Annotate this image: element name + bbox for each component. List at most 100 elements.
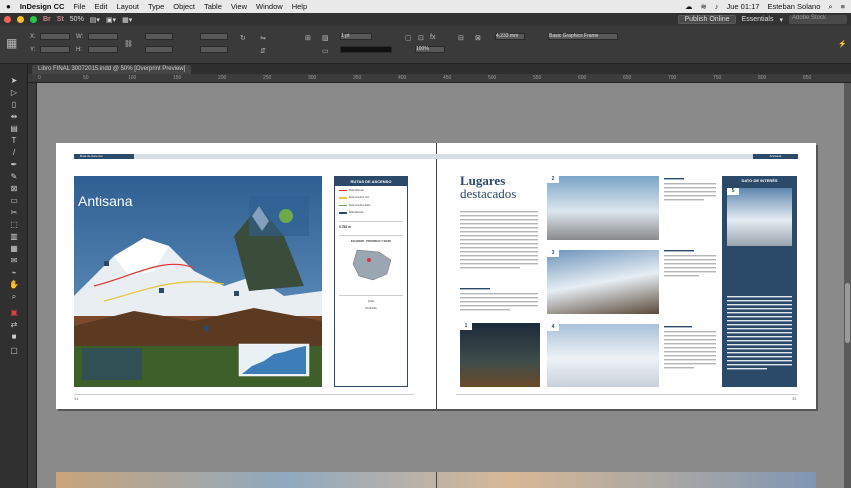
stroke-weight-field[interactable]: 1 pt	[340, 33, 372, 40]
note-tool-icon[interactable]: ✉	[8, 256, 20, 266]
zoom-level[interactable]: 50%	[70, 16, 84, 23]
y-field[interactable]	[40, 46, 70, 53]
next-page-spread[interactable]	[56, 472, 816, 488]
chevron-down-icon[interactable]: ▾	[779, 16, 783, 24]
page-spread[interactable]: Ruta de Ascenso Antisana RUTAS DE ASCENS…	[56, 143, 816, 409]
screen-mode-icon[interactable]: ▣▾	[106, 16, 116, 24]
menu-app-name[interactable]: InDesign CC	[20, 2, 65, 11]
menu-object[interactable]: Object	[173, 2, 195, 11]
list-icon[interactable]: ≡	[841, 2, 845, 11]
zoom-window-icon[interactable]	[30, 16, 37, 23]
arrange-documents-icon[interactable]: ▦▾	[122, 16, 132, 24]
menu-help[interactable]: Help	[292, 2, 307, 11]
menu-file[interactable]: File	[73, 2, 85, 11]
vertical-scrollbar[interactable]	[844, 83, 851, 488]
legend-route-sur: Ruta Cumbre Sur	[339, 196, 403, 199]
scrollbar-thumb[interactable]	[845, 283, 850, 343]
corner-size-field[interactable]: 4,233 mm	[495, 33, 525, 40]
constrain-link-icon[interactable]: ⛓	[124, 40, 133, 48]
reference-point-icon[interactable]: ▦	[6, 36, 17, 50]
menu-type[interactable]: Type	[148, 2, 164, 11]
zoom-tool-icon[interactable]: ⌕	[8, 292, 20, 302]
wrap-none-icon[interactable]: ▢	[405, 34, 412, 42]
stroke-type-select[interactable]	[340, 46, 392, 53]
swap-fill-stroke-icon[interactable]: ⇄	[8, 320, 20, 330]
h-field[interactable]	[88, 46, 118, 53]
fit-content-icon[interactable]: ⊟	[458, 34, 464, 42]
menu-view[interactable]: View	[231, 2, 247, 11]
system-menubar: ● InDesign CC File Edit Layout Type Obje…	[0, 0, 851, 13]
body-text-column-2	[460, 288, 538, 311]
photo-summit-view[interactable]: 4	[547, 324, 659, 387]
routes-legend-box[interactable]: RUTAS DE ASCENSO Ruta Normal Ruta Cumbre…	[334, 176, 408, 387]
menu-table[interactable]: Table	[204, 2, 222, 11]
close-window-icon[interactable]	[4, 16, 11, 23]
w-field[interactable]	[88, 33, 118, 40]
object-style-select[interactable]: Basic Graphics Frame	[548, 33, 618, 40]
horizontal-ruler[interactable]: 0 50 100 150 200 250 300 350 400 450 500…	[28, 74, 851, 83]
wrap-bounding-icon[interactable]: ⊡	[418, 34, 424, 42]
gradient-feather-tool-icon[interactable]: ▦	[8, 244, 20, 254]
page-tool-icon[interactable]: ▯	[8, 100, 20, 110]
effects-icon[interactable]: fx	[430, 34, 435, 41]
pen-tool-icon[interactable]: ✒	[8, 160, 20, 170]
apply-color-icon[interactable]: ■	[8, 332, 20, 342]
hand-tool-icon[interactable]: ✋	[8, 280, 20, 290]
scale-x-field[interactable]	[145, 33, 173, 40]
stock-search-input[interactable]: Adobe Stock	[789, 15, 847, 24]
gap-tool-icon[interactable]: ⇹	[8, 112, 20, 122]
selection-tool-icon[interactable]: ➤	[8, 76, 20, 86]
gradient-swatch-tool-icon[interactable]: ▥	[8, 232, 20, 242]
type-tool-icon[interactable]: T	[8, 136, 20, 146]
stroke-swatch-icon[interactable]: ▭	[322, 47, 329, 55]
publish-online-button[interactable]: Publish Online	[678, 15, 736, 24]
opacity-field[interactable]: 100%	[415, 46, 445, 53]
menu-window[interactable]: Window	[256, 2, 283, 11]
photo-climbers-ridge[interactable]: 3	[547, 250, 659, 314]
menubar-user[interactable]: Esteban Solano	[767, 2, 820, 11]
shear-field[interactable]	[200, 46, 228, 53]
volume-icon[interactable]: ♪	[715, 2, 719, 11]
wifi-icon[interactable]: ≋	[700, 2, 706, 11]
interest-sidebar[interactable]: DATO DE INTERÉS 5	[722, 176, 797, 387]
menu-layout[interactable]: Layout	[116, 2, 139, 11]
pencil-tool-icon[interactable]: ✎	[8, 172, 20, 182]
rotate-icon[interactable]: ↻	[240, 34, 246, 42]
cloud-icon[interactable]: ☁	[685, 2, 693, 11]
eyedropper-tool-icon[interactable]: ⌁	[8, 268, 20, 278]
stock-icon[interactable]: St	[57, 16, 64, 23]
scissors-tool-icon[interactable]: ✂	[8, 208, 20, 218]
flip-vertical-icon[interactable]: ⇵	[260, 47, 266, 55]
flip-horizontal-icon[interactable]: ⇋	[260, 34, 266, 42]
left-header-tag: Ruta de Ascenso	[74, 154, 134, 159]
bridge-icon[interactable]: Br	[43, 16, 51, 23]
content-collector-icon[interactable]: ▤	[8, 124, 20, 134]
scale-y-field[interactable]	[145, 46, 173, 53]
photo-camp-night[interactable]: 1	[460, 323, 540, 387]
view-mode-icon[interactable]: ▢	[8, 346, 20, 356]
apple-menu-icon[interactable]: ●	[6, 2, 11, 11]
spotlight-icon[interactable]: ⌕	[828, 2, 832, 12]
rectangle-frame-tool-icon[interactable]: ⊠	[8, 184, 20, 194]
fill-swatch-icon[interactable]: ▨	[322, 34, 329, 42]
rotate-field[interactable]	[200, 33, 228, 40]
minimize-window-icon[interactable]	[17, 16, 24, 23]
x-field[interactable]	[40, 33, 70, 40]
auto-fit-icon[interactable]: ⊠	[475, 34, 481, 42]
photo-number-badge: 1	[460, 323, 472, 330]
free-transform-tool-icon[interactable]: ⬚	[8, 220, 20, 230]
fill-stroke-icon[interactable]: ▣	[8, 308, 20, 318]
document-tab[interactable]: Libro FINAL 30072015.indd @ 50% [Overpri…	[32, 65, 192, 74]
workspace-switcher[interactable]: Essentials	[742, 16, 774, 23]
antisana-route-map[interactable]: Antisana	[74, 176, 322, 387]
select-container-icon[interactable]: ⊞	[305, 34, 311, 42]
menubar-clock[interactable]: Jue 01:17	[726, 2, 759, 11]
vertical-ruler[interactable]	[28, 83, 37, 488]
menu-edit[interactable]: Edit	[95, 2, 108, 11]
direct-selection-tool-icon[interactable]: ▷	[8, 88, 20, 98]
panel-menu-icon[interactable]: ⚡	[838, 40, 847, 48]
rectangle-tool-icon[interactable]: ▭	[8, 196, 20, 206]
line-tool-icon[interactable]: /	[8, 148, 20, 158]
photo-glacier[interactable]: 2	[547, 176, 659, 240]
view-options-icon[interactable]: ▤▾	[90, 16, 100, 24]
